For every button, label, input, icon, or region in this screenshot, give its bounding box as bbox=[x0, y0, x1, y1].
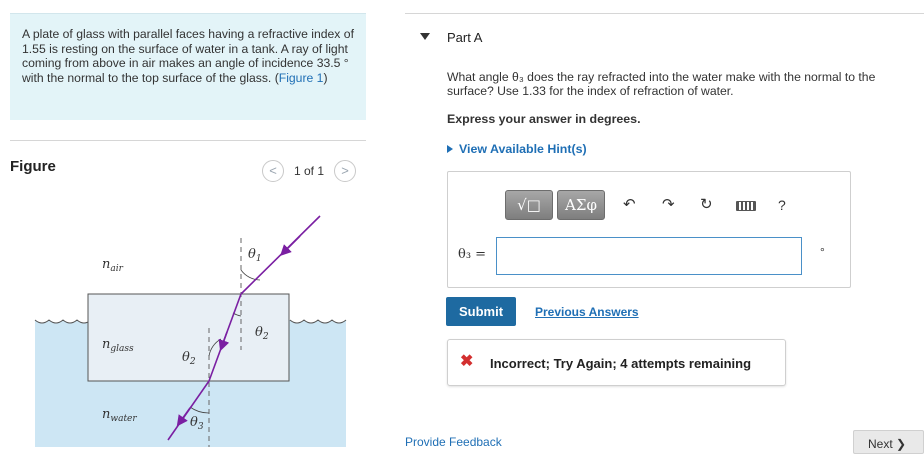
problem-text-end: ) bbox=[323, 70, 328, 85]
figure-pager: < 1 of 1 > bbox=[262, 160, 357, 182]
view-hints-link[interactable]: View Available Hint(s) bbox=[447, 142, 587, 156]
answer-input[interactable] bbox=[496, 237, 802, 275]
prev-figure-button[interactable]: < bbox=[262, 160, 284, 182]
collapse-triangle-icon[interactable] bbox=[420, 33, 430, 40]
redo-icon[interactable]: ↷ bbox=[662, 196, 675, 214]
previous-answers-link[interactable]: Previous Answers bbox=[535, 305, 639, 319]
hints-label: View Available Hint(s) bbox=[459, 142, 587, 156]
answer-instruction: Express your answer in degrees. bbox=[447, 112, 641, 126]
next-button[interactable]: Next ❯ bbox=[853, 430, 924, 454]
incident-ray-arrow bbox=[280, 235, 301, 256]
incorrect-x-icon: ✖ bbox=[460, 353, 474, 370]
part-divider bbox=[405, 13, 924, 14]
refraction-figure: nair nglass nwater θ1 θ2 θ2 θ3 bbox=[34, 215, 347, 447]
next-figure-button[interactable]: > bbox=[334, 160, 357, 182]
feedback-text: Incorrect; Try Again; 4 attempts remaini… bbox=[490, 356, 752, 371]
question-text: What angle θ₃ does the ray refracted int… bbox=[447, 70, 876, 98]
help-icon[interactable]: ? bbox=[778, 197, 786, 213]
figure-title: Figure bbox=[10, 158, 56, 175]
label-theta1: θ1 bbox=[248, 247, 262, 264]
answer-panel: √□ ΑΣφ ↶ ↷ ↻ ? θ₃ = ° bbox=[447, 171, 851, 288]
answer-variable-label: θ₃ = bbox=[458, 247, 487, 262]
submit-button[interactable]: Submit bbox=[446, 297, 516, 326]
figure-link[interactable]: Figure 1 bbox=[279, 71, 324, 85]
feedback-message-box: ✖ Incorrect; Try Again; 4 attempts remai… bbox=[447, 339, 786, 386]
part-title[interactable]: Part A bbox=[447, 30, 482, 45]
label-n-air: nair bbox=[102, 257, 124, 274]
templates-button[interactable]: √□ bbox=[505, 190, 553, 220]
undo-icon[interactable]: ↶ bbox=[623, 196, 636, 214]
problem-statement: A plate of glass with parallel faces hav… bbox=[10, 13, 366, 120]
figure-page-indicator: 1 of 1 bbox=[294, 164, 325, 178]
reset-icon[interactable]: ↻ bbox=[700, 196, 713, 214]
symbols-button[interactable]: ΑΣφ bbox=[557, 190, 605, 220]
divider bbox=[10, 140, 366, 141]
keyboard-icon[interactable] bbox=[736, 201, 756, 211]
left-panel: A plate of glass with parallel faces hav… bbox=[0, 0, 375, 447]
answer-unit: ° bbox=[820, 245, 825, 259]
expand-triangle-icon bbox=[447, 145, 453, 153]
